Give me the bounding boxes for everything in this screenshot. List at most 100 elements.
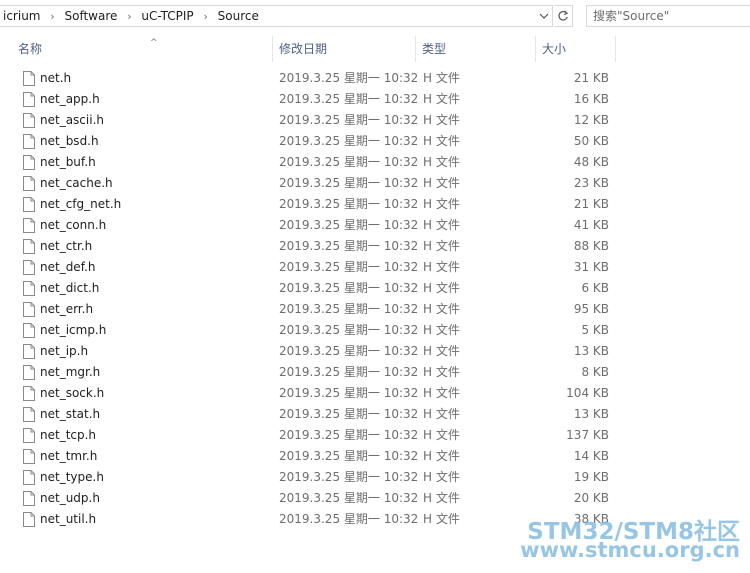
file-type: H 文件 xyxy=(423,344,460,358)
file-icon xyxy=(23,197,35,212)
file-row[interactable]: net_stat.h 2019.3.25 星期一 10:32 H 文件 13 KB xyxy=(0,404,750,425)
file-date: 2019.3.25 星期一 10:32 xyxy=(279,449,419,463)
breadcrumb-item[interactable]: Source xyxy=(216,9,261,23)
file-row[interactable]: net_buf.h 2019.3.25 星期一 10:32 H 文件 48 KB xyxy=(0,152,750,173)
refresh-button[interactable] xyxy=(554,5,573,27)
file-name: net_app.h xyxy=(40,92,100,106)
column-header-date[interactable]: 修改日期 xyxy=(273,36,416,62)
file-type: H 文件 xyxy=(423,71,460,85)
file-date: 2019.3.25 星期一 10:32 xyxy=(279,407,419,421)
file-type: H 文件 xyxy=(423,260,460,274)
file-icon xyxy=(23,155,35,170)
file-row[interactable]: net_def.h 2019.3.25 星期一 10:32 H 文件 31 KB xyxy=(0,257,750,278)
file-icon xyxy=(23,386,35,401)
file-type: H 文件 xyxy=(423,281,460,295)
file-size: 137 KB xyxy=(566,428,609,442)
file-type: H 文件 xyxy=(423,365,460,379)
file-date: 2019.3.25 星期一 10:32 xyxy=(279,491,419,505)
file-date: 2019.3.25 星期一 10:32 xyxy=(279,155,419,169)
file-row[interactable]: net_ascii.h 2019.3.25 星期一 10:32 H 文件 12 KB xyxy=(0,110,750,131)
file-size: 48 KB xyxy=(573,155,609,169)
search-box[interactable] xyxy=(586,5,750,27)
file-size: 13 KB xyxy=(573,344,609,358)
file-name: net_tcp.h xyxy=(40,428,97,442)
file-row[interactable]: net_cfg_net.h 2019.3.25 星期一 10:32 H 文件 21 K… xyxy=(0,194,750,215)
file-row[interactable]: net_tmr.h 2019.3.25 星期一 10:32 H 文件 14 KB xyxy=(0,446,750,467)
file-name: net_cache.h xyxy=(40,176,113,190)
file-row[interactable]: net_dict.h 2019.3.25 星期一 10:32 H 文件 6 KB xyxy=(0,278,750,299)
file-date: 2019.3.25 星期一 10:32 xyxy=(279,470,419,484)
sort-ascending-icon: ^ xyxy=(150,38,158,48)
file-name: net_type.h xyxy=(40,470,104,484)
file-row[interactable]: net_bsd.h 2019.3.25 星期一 10:32 H 文件 50 KB xyxy=(0,131,750,152)
file-name: net_udp.h xyxy=(40,491,100,505)
file-row[interactable]: net_mgr.h 2019.3.25 星期一 10:32 H 文件 8 KB xyxy=(0,362,750,383)
column-header-size[interactable]: 大小 xyxy=(536,36,616,62)
file-icon xyxy=(23,302,35,317)
top-bar: icrium › Software › uC-TCPIP › Source xyxy=(0,0,750,33)
file-icon xyxy=(23,176,35,191)
file-type: H 文件 xyxy=(423,92,460,106)
search-input[interactable] xyxy=(587,9,750,23)
file-name: net_err.h xyxy=(40,302,94,316)
file-row[interactable]: net_ip.h 2019.3.25 星期一 10:32 H 文件 13 KB xyxy=(0,341,750,362)
file-row[interactable]: net_tcp.h 2019.3.25 星期一 10:32 H 文件 137 KB xyxy=(0,425,750,446)
file-size: 41 KB xyxy=(573,218,609,232)
file-row[interactable]: net_cache.h 2019.3.25 星期一 10:32 H 文件 23 KB xyxy=(0,173,750,194)
file-type: H 文件 xyxy=(423,176,460,190)
file-type: H 文件 xyxy=(423,239,460,253)
file-row[interactable]: net_conn.h 2019.3.25 星期一 10:32 H 文件 41 KB xyxy=(0,215,750,236)
file-type: H 文件 xyxy=(423,512,460,526)
file-name: net_sock.h xyxy=(40,386,105,400)
file-row[interactable]: net.h 2019.3.25 星期一 10:32 H 文件 21 KB xyxy=(0,68,750,89)
file-icon xyxy=(23,344,35,359)
file-row[interactable]: net_err.h 2019.3.25 星期一 10:32 H 文件 95 KB xyxy=(0,299,750,320)
file-icon xyxy=(23,92,35,107)
file-row[interactable]: net_icmp.h 2019.3.25 星期一 10:32 H 文件 5 KB xyxy=(0,320,750,341)
file-date: 2019.3.25 星期一 10:32 xyxy=(279,113,419,127)
file-date: 2019.3.25 星期一 10:32 xyxy=(279,176,419,190)
file-size: 31 KB xyxy=(573,260,609,274)
file-icon xyxy=(23,428,35,443)
file-name: net_cfg_net.h xyxy=(40,197,122,211)
file-row[interactable]: net_type.h 2019.3.25 星期一 10:32 H 文件 19 KB xyxy=(0,467,750,488)
column-header-name[interactable]: 名称 ^ xyxy=(12,36,273,62)
file-icon xyxy=(23,512,35,527)
file-size: 5 KB xyxy=(581,323,609,337)
chevron-down-icon[interactable] xyxy=(536,6,552,26)
file-row[interactable]: net_sock.h 2019.3.25 星期一 10:32 H 文件 104 KB xyxy=(0,383,750,404)
refresh-icon xyxy=(558,10,569,21)
file-icon xyxy=(23,365,35,380)
file-list: net.h 2019.3.25 星期一 10:32 H 文件 21 KB net_app… xyxy=(0,68,750,530)
file-size: 19 KB xyxy=(573,470,609,484)
file-name: net.h xyxy=(40,71,72,85)
address-bar[interactable]: icrium › Software › uC-TCPIP › Source xyxy=(0,5,553,27)
file-type: H 文件 xyxy=(423,302,460,316)
chevron-right-icon[interactable]: › xyxy=(196,10,216,23)
file-icon xyxy=(23,449,35,464)
breadcrumb-item[interactable]: Software xyxy=(63,9,120,23)
breadcrumb-item[interactable]: uC-TCPIP xyxy=(139,9,195,23)
file-row[interactable]: net_ctr.h 2019.3.25 星期一 10:32 H 文件 88 KB xyxy=(0,236,750,257)
file-size: 23 KB xyxy=(573,176,609,190)
chevron-right-icon[interactable]: › xyxy=(119,10,139,23)
file-date: 2019.3.25 星期一 10:32 xyxy=(279,134,419,148)
chevron-right-icon[interactable]: › xyxy=(43,10,63,23)
column-header-row: 名称 ^ 修改日期 类型 大小 xyxy=(0,36,750,62)
file-type: H 文件 xyxy=(423,428,460,442)
file-size: 88 KB xyxy=(573,239,609,253)
watermark-url: www.stmcu.org.cn xyxy=(520,538,740,562)
file-date: 2019.3.25 星期一 10:32 xyxy=(279,323,419,337)
file-size: 13 KB xyxy=(573,407,609,421)
file-size: 21 KB xyxy=(573,71,609,85)
file-row[interactable]: net_app.h 2019.3.25 星期一 10:32 H 文件 16 KB xyxy=(0,89,750,110)
file-name: net_conn.h xyxy=(40,218,107,232)
column-header-type[interactable]: 类型 xyxy=(416,36,536,62)
breadcrumb-item[interactable]: icrium xyxy=(1,9,43,23)
file-size: 6 KB xyxy=(581,281,609,295)
file-icon xyxy=(23,323,35,338)
file-name: net_def.h xyxy=(40,260,96,274)
file-type: H 文件 xyxy=(423,113,460,127)
breadcrumb: icrium › Software › uC-TCPIP › Source xyxy=(0,6,536,26)
file-row[interactable]: net_udp.h 2019.3.25 星期一 10:32 H 文件 20 KB xyxy=(0,488,750,509)
